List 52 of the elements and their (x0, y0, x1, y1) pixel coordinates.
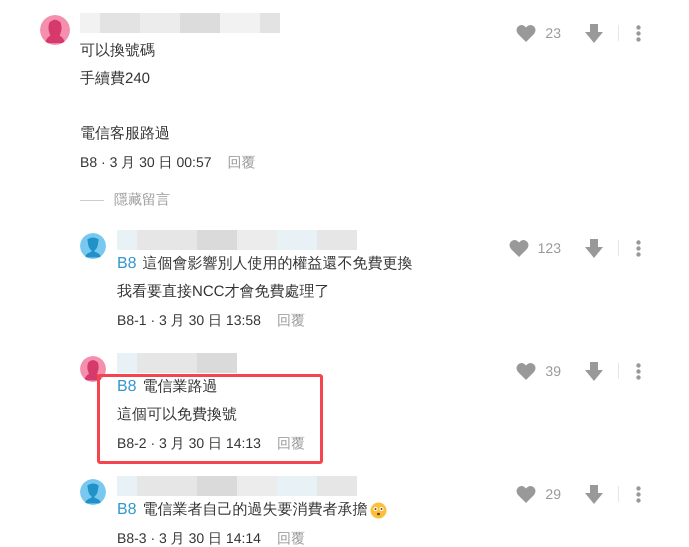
more-button[interactable] (636, 24, 641, 42)
avatar-icon[interactable] (40, 15, 70, 45)
like-count: 29 (545, 486, 561, 502)
comment-text: 我看要直接NCC才會免費處理了 (117, 282, 330, 302)
dislike-button[interactable] (585, 238, 603, 258)
like-button[interactable] (508, 239, 529, 257)
heart-icon (516, 485, 536, 503)
heart-icon (516, 24, 536, 42)
avatar-icon[interactable] (80, 479, 106, 505)
dislike-button[interactable] (585, 24, 603, 42)
heart-icon (508, 239, 529, 257)
like-button[interactable] (516, 24, 536, 42)
down-arrow-icon (585, 238, 603, 258)
comment-meta: B8-1 · 3 月 30 日 13:58 (117, 311, 261, 330)
down-arrow-icon (585, 24, 603, 42)
comment-text: 這個會影響別人使用的權益還不免費更換 (142, 254, 413, 274)
more-button[interactable] (636, 240, 641, 256)
dislike-button[interactable] (585, 484, 603, 504)
avatar-icon[interactable] (80, 233, 106, 259)
more-icon (636, 24, 641, 42)
comment-meta: B8 · 3 月 30 日 00:57 (80, 153, 212, 172)
more-icon (636, 362, 641, 380)
floor-mention[interactable]: B8 (117, 378, 137, 396)
avatar-icon[interactable] (80, 356, 106, 382)
like-count: 39 (545, 363, 561, 379)
reply-link[interactable]: 回覆 (228, 148, 256, 176)
more-button[interactable] (636, 486, 641, 502)
dislike-button[interactable] (585, 362, 603, 380)
more-button[interactable] (636, 362, 641, 380)
like-count: 123 (538, 240, 561, 256)
down-arrow-icon (585, 362, 603, 380)
more-icon (636, 486, 641, 502)
heart-icon (516, 362, 536, 380)
floor-mention[interactable]: B8 (117, 255, 137, 273)
floor-mention[interactable]: B8 (117, 501, 137, 519)
comment-meta: B8-2 · 3 月 30 日 14:13 (117, 434, 261, 453)
reply-link[interactable]: 回覆 (276, 429, 305, 457)
down-arrow-icon (585, 484, 603, 504)
comment-text: 電信客服路過 (80, 124, 171, 144)
like-button[interactable] (516, 485, 536, 503)
comment-text: 可以換號碼 (80, 41, 156, 61)
like-count: 23 (545, 25, 561, 41)
hide-replies-link[interactable]: 隱藏留言 (114, 191, 170, 209)
like-button[interactable] (516, 362, 536, 380)
reply-link[interactable]: 回覆 (276, 524, 305, 547)
comment-meta: B8-3 · 3 月 30 日 14:14 (117, 529, 261, 547)
comment-text: 這個可以免費換號 (117, 405, 237, 425)
reply-link[interactable]: 回覆 (276, 306, 305, 334)
comment-text: 電信業路過 (142, 377, 218, 397)
comment-text: 手續費240 (80, 69, 152, 89)
comment-text: 電信業者自己的過失要消費者承擔 (142, 500, 368, 520)
more-icon (636, 240, 641, 256)
